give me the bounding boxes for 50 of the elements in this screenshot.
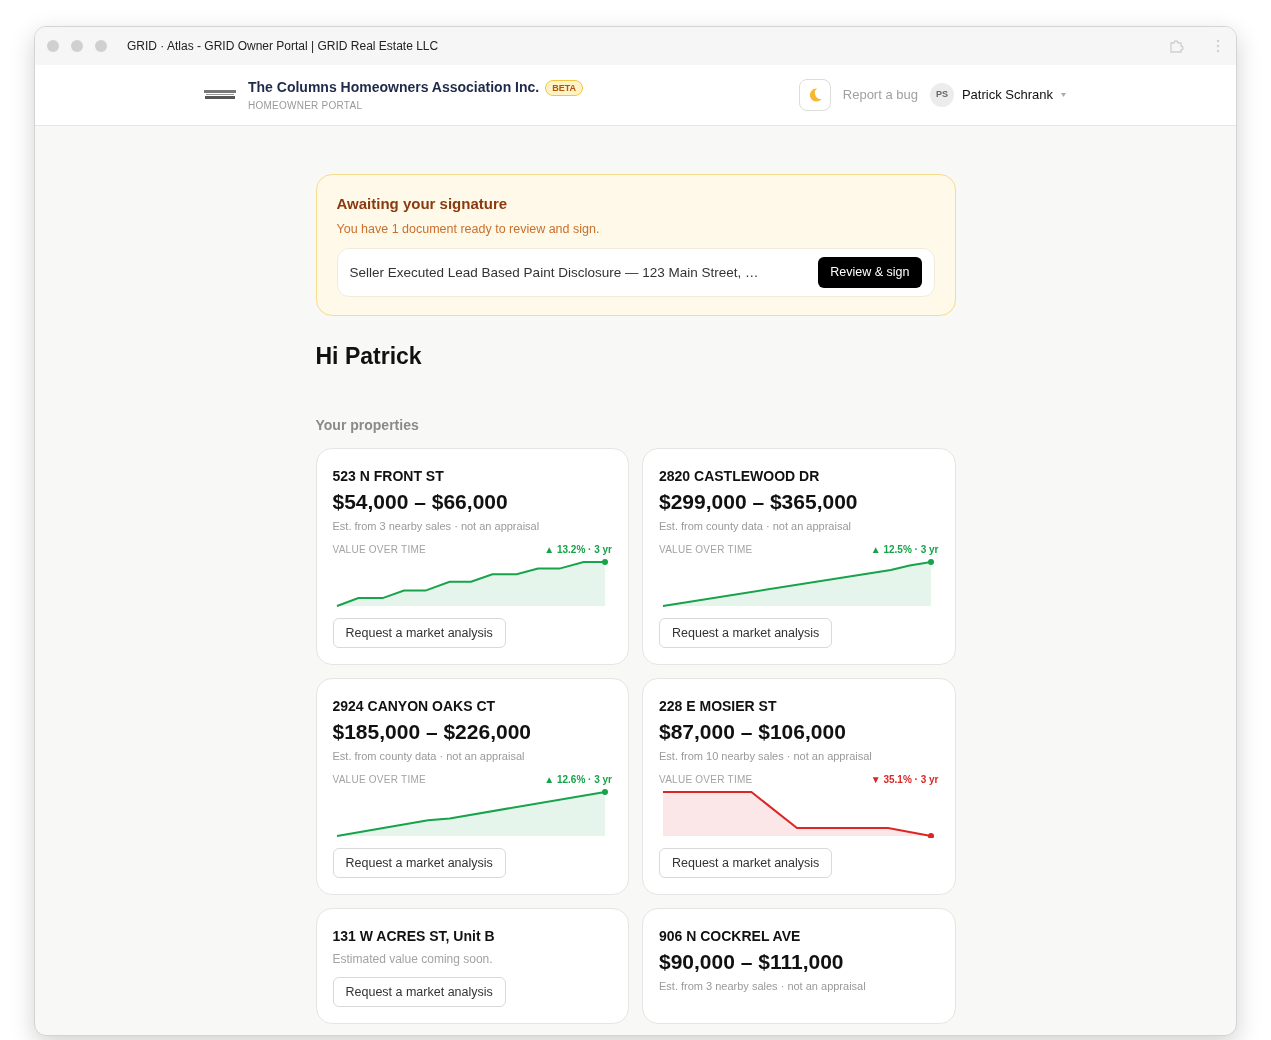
- chart-label: VALUE OVER TIME: [659, 773, 753, 786]
- user-avatar: PS: [929, 83, 954, 107]
- property-address: 2924 CANYON OAKS CT: [332, 697, 497, 715]
- greeting: Hi Patrick: [315, 342, 423, 370]
- property-address: 131 W ACRES ST, Unit B: [332, 927, 496, 945]
- banner-message: You have 1 document ready to review and sign.: [336, 220, 601, 238]
- window-title: GRID · Atlas - GRID Owner Portal | GRID Real Estate LLC: [127, 38, 439, 55]
- value-change: ▼ 35.1% · 3 yr: [870, 773, 939, 786]
- estimate-source: Est. from county data · not an appraisal: [659, 519, 852, 533]
- value-range: $90,000 – $111,000: [659, 949, 845, 975]
- portal-subtitle: HOMEOWNER PORTAL: [248, 99, 364, 113]
- puzzle-icon[interactable]: [1168, 38, 1184, 54]
- estimate-source: Est. from county data · not an appraisal: [332, 749, 526, 763]
- value-range: $87,000 – $106,000: [659, 719, 847, 745]
- more-icon[interactable]: [1216, 39, 1220, 53]
- window-control-icon[interactable]: [71, 40, 83, 52]
- value-range: $185,000 – $226,000: [332, 719, 533, 745]
- market-analysis-button[interactable]: Request a market analysis: [332, 618, 506, 648]
- caret-icon: [1061, 93, 1066, 97]
- chart-label: VALUE OVER TIME: [332, 543, 426, 556]
- property-address: 2820 CASTLEWOOD DR: [659, 467, 821, 485]
- property-address: 906 N COCKREL AVE: [659, 927, 802, 945]
- market-analysis-button[interactable]: Request a market analysis: [332, 848, 506, 878]
- user-menu[interactable]: Patrick Schrank: [961, 85, 1066, 105]
- logo-icon: [204, 90, 236, 100]
- estimate-source: Est. from 3 nearby sales · not an appraisal: [332, 519, 541, 533]
- market-analysis-button[interactable]: Request a market analysis: [332, 977, 506, 1007]
- value-change: ▲ 13.2% · 3 yr: [544, 543, 612, 556]
- estimate-source: Est. from 3 nearby sales · not an appraisal: [659, 979, 867, 993]
- window-control-icon[interactable]: [47, 40, 59, 52]
- estimate-source: Est. from 10 nearby sales · not an appraisal: [659, 749, 873, 763]
- pending-message: Estimated value coming soon.: [332, 951, 494, 967]
- review-sign-button[interactable]: Review & sign: [818, 257, 922, 288]
- chart-label: VALUE OVER TIME: [332, 773, 426, 786]
- property-address: 523 N FRONT ST: [332, 467, 445, 485]
- window-control-icon[interactable]: [95, 40, 107, 52]
- value-change: ▲ 12.6% · 3 yr: [544, 773, 612, 786]
- market-analysis-button[interactable]: Request a market analysis: [659, 618, 833, 648]
- org-name: The Columns Homeowners Association Inc.: [248, 78, 540, 97]
- property-address: 228 E MOSIER ST: [659, 697, 778, 715]
- document-name: Seller Executed Lead Based Paint Disclosure — 123 Main Street, …: [349, 263, 759, 282]
- section-heading: Your properties: [315, 416, 420, 434]
- value-change: ▲ 12.5% · 3 yr: [870, 543, 939, 556]
- chart-label: VALUE OVER TIME: [659, 543, 753, 556]
- dark-mode-button[interactable]: [798, 79, 831, 111]
- value-range: $54,000 – $66,000: [332, 489, 509, 515]
- beta-badge: BETA: [545, 79, 584, 96]
- banner-title: Awaiting your signature: [336, 194, 509, 214]
- value-range: $299,000 – $365,000: [659, 489, 859, 515]
- market-analysis-button[interactable]: Request a market analysis: [659, 848, 833, 878]
